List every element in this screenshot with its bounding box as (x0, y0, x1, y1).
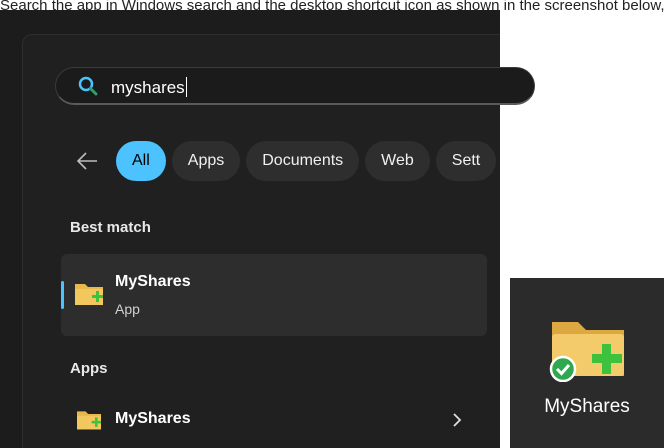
filter-tabs: All Apps Documents Web Sett (116, 141, 502, 181)
list-item[interactable]: MyShares (61, 400, 487, 440)
selection-indicator (61, 281, 64, 309)
best-match-heading: Best match (70, 219, 151, 236)
folder-share-icon (549, 322, 624, 382)
folder-share-icon (77, 411, 101, 430)
desktop-shortcut-label: MyShares (544, 396, 630, 417)
tab-settings[interactable]: Sett (435, 141, 497, 181)
check-badge-icon (549, 355, 577, 382)
search-query: myshares (111, 77, 187, 97)
tab-documents[interactable]: Documents (246, 141, 360, 181)
tab-apps[interactable]: Apps (171, 141, 241, 181)
best-match-title: MyShares (115, 273, 191, 290)
best-match-result[interactable]: MyShares App (61, 254, 487, 336)
apps-item-title: MyShares (115, 410, 191, 427)
search-input[interactable]: myshares (55, 67, 535, 105)
folder-share-icon (75, 284, 103, 305)
best-match-subtitle: App (115, 301, 140, 317)
tab-web[interactable]: Web (365, 141, 430, 181)
chevron-right-icon[interactable] (449, 410, 465, 430)
tab-all[interactable]: All (116, 141, 166, 181)
search-icon (78, 76, 98, 96)
desktop-shortcut[interactable]: MyShares (510, 278, 664, 448)
back-arrow-icon[interactable] (75, 149, 99, 173)
apps-heading: Apps (70, 360, 108, 377)
